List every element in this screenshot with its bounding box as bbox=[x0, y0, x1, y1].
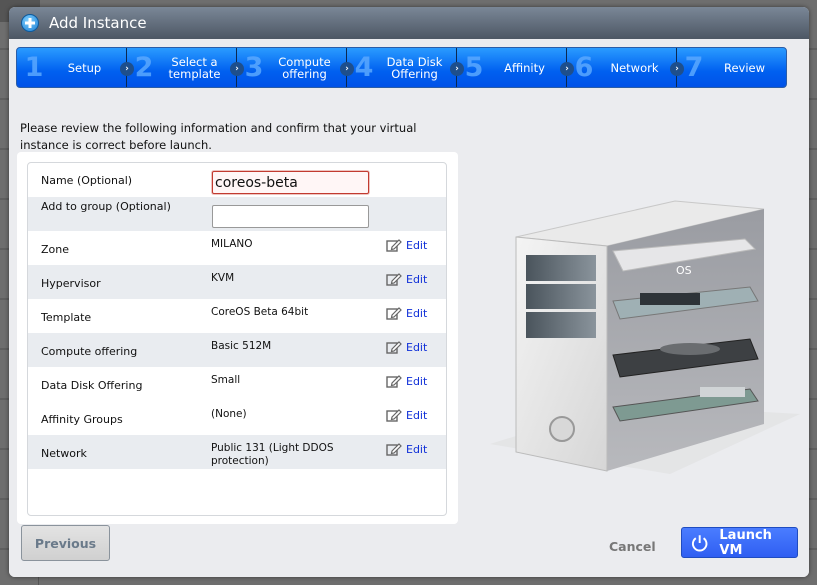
row-add-to-group: Add to group (Optional) bbox=[28, 197, 446, 231]
edit-label: Edit bbox=[406, 272, 428, 286]
review-instructions: Please review the following information … bbox=[20, 121, 417, 152]
row-value: MILANO bbox=[211, 238, 253, 250]
dialog-body: 1 Setup › 2 Select a template › 3 Comput… bbox=[9, 39, 809, 577]
row-value: Small bbox=[211, 374, 241, 386]
edit-affinity-link[interactable]: Edit bbox=[386, 408, 427, 422]
edit-icon bbox=[386, 375, 402, 388]
chevron-right-icon: › bbox=[230, 62, 244, 76]
step-label: Select a template bbox=[168, 54, 221, 81]
row-label: Template bbox=[41, 311, 92, 324]
edit-data-disk-link[interactable]: Edit bbox=[386, 374, 427, 388]
row-label: Zone bbox=[41, 243, 70, 256]
step-label: Network bbox=[610, 60, 659, 75]
row-name: Name (Optional) bbox=[28, 163, 446, 197]
power-icon bbox=[691, 534, 708, 551]
row-label: Affinity Groups bbox=[41, 413, 123, 426]
edit-label: Edit bbox=[406, 408, 428, 422]
step-data-disk-offering[interactable]: 4 Data Disk Offering › bbox=[347, 48, 464, 87]
edit-icon bbox=[386, 443, 402, 456]
edit-icon bbox=[386, 273, 402, 286]
edit-label: Edit bbox=[406, 442, 428, 456]
table-row: Data Disk Offering Small Edit bbox=[28, 367, 446, 401]
step-number: 1 bbox=[24, 52, 44, 83]
step-label: Compute offering bbox=[278, 54, 331, 81]
previous-button[interactable]: Previous bbox=[21, 525, 110, 561]
step-setup[interactable]: 1 Setup › bbox=[17, 48, 134, 87]
edit-hypervisor-link[interactable]: Edit bbox=[386, 272, 427, 286]
step-compute-offering[interactable]: 3 Compute offering › bbox=[237, 48, 354, 87]
drive-bay bbox=[526, 312, 596, 338]
dialog-title: Add Instance bbox=[49, 14, 147, 32]
edit-label: Edit bbox=[406, 374, 428, 388]
chevron-right-icon: › bbox=[120, 62, 134, 76]
row-label: Name (Optional) bbox=[41, 174, 133, 187]
edit-icon bbox=[386, 307, 402, 320]
row-value: Public 131 (Light DDOS protection) bbox=[211, 442, 334, 467]
group-input[interactable] bbox=[212, 205, 369, 228]
plus-circle-icon bbox=[21, 14, 39, 32]
edit-label: Edit bbox=[406, 340, 428, 354]
table-row: Network Public 131 (Light DDOS protectio… bbox=[28, 435, 446, 469]
step-affinity[interactable]: 5 Affinity › bbox=[457, 48, 574, 87]
launch-label: Launch VM bbox=[719, 527, 772, 558]
step-label: Data Disk Offering bbox=[386, 54, 443, 81]
dialog-titlebar: Add Instance bbox=[9, 7, 809, 39]
table-row: Template CoreOS Beta 64bit Edit bbox=[28, 299, 446, 333]
row-value: (None) bbox=[211, 408, 247, 420]
step-select-template[interactable]: 2 Select a template › bbox=[127, 48, 244, 87]
table-row: Zone MILANO Edit bbox=[28, 231, 446, 265]
drive-bay bbox=[526, 284, 596, 309]
row-label: Hypervisor bbox=[41, 277, 101, 290]
step-label: Setup bbox=[67, 60, 102, 75]
add-instance-dialog: Add Instance 1 Setup › 2 Select a templa… bbox=[9, 7, 809, 577]
step-label: Review bbox=[723, 60, 766, 75]
edit-icon bbox=[386, 409, 402, 422]
edit-label: Edit bbox=[406, 306, 428, 320]
row-label: Compute offering bbox=[41, 345, 138, 358]
table-row: Hypervisor KVM Edit bbox=[28, 265, 446, 299]
row-label: Add to group (Optional) bbox=[41, 200, 171, 213]
edit-label: Edit bbox=[406, 238, 428, 252]
step-review[interactable]: 7 Review bbox=[677, 48, 786, 87]
row-value: CoreOS Beta 64bit bbox=[211, 306, 309, 318]
power-button-graphic bbox=[549, 416, 575, 442]
drive-bay bbox=[526, 255, 596, 281]
computer-illustration: OS bbox=[490, 200, 800, 474]
chevron-right-icon: › bbox=[450, 62, 464, 76]
launch-vm-button[interactable]: Launch VM bbox=[681, 527, 798, 558]
chevron-right-icon: › bbox=[670, 62, 684, 76]
row-value: KVM bbox=[211, 272, 235, 284]
table-row: Affinity Groups (None) Edit bbox=[28, 401, 446, 435]
chevron-right-icon: › bbox=[340, 62, 354, 76]
step-network[interactable]: 6 Network › bbox=[567, 48, 684, 87]
edit-template-link[interactable]: Edit bbox=[386, 306, 427, 320]
review-table: Name (Optional) Add to group (Optional) … bbox=[27, 162, 447, 516]
table-row: Compute offering Basic 512M Edit bbox=[28, 333, 446, 367]
row-label: Network bbox=[41, 447, 87, 460]
edit-zone-link[interactable]: Edit bbox=[386, 238, 427, 252]
row-label: Data Disk Offering bbox=[41, 379, 143, 392]
os-label: OS bbox=[676, 264, 692, 277]
review-panel: Name (Optional) Add to group (Optional) … bbox=[17, 152, 458, 524]
name-input[interactable] bbox=[212, 171, 369, 194]
edit-icon bbox=[386, 239, 402, 252]
cancel-button[interactable]: Cancel bbox=[609, 539, 656, 554]
row-value: Basic 512M bbox=[211, 340, 272, 352]
edit-network-link[interactable]: Edit bbox=[386, 442, 427, 456]
wizard-steps: 1 Setup › 2 Select a template › 3 Comput… bbox=[16, 47, 787, 88]
edit-icon bbox=[386, 341, 402, 354]
edit-compute-offering-link[interactable]: Edit bbox=[386, 340, 427, 354]
chevron-right-icon: › bbox=[560, 62, 574, 76]
step-label: Affinity bbox=[504, 60, 545, 75]
